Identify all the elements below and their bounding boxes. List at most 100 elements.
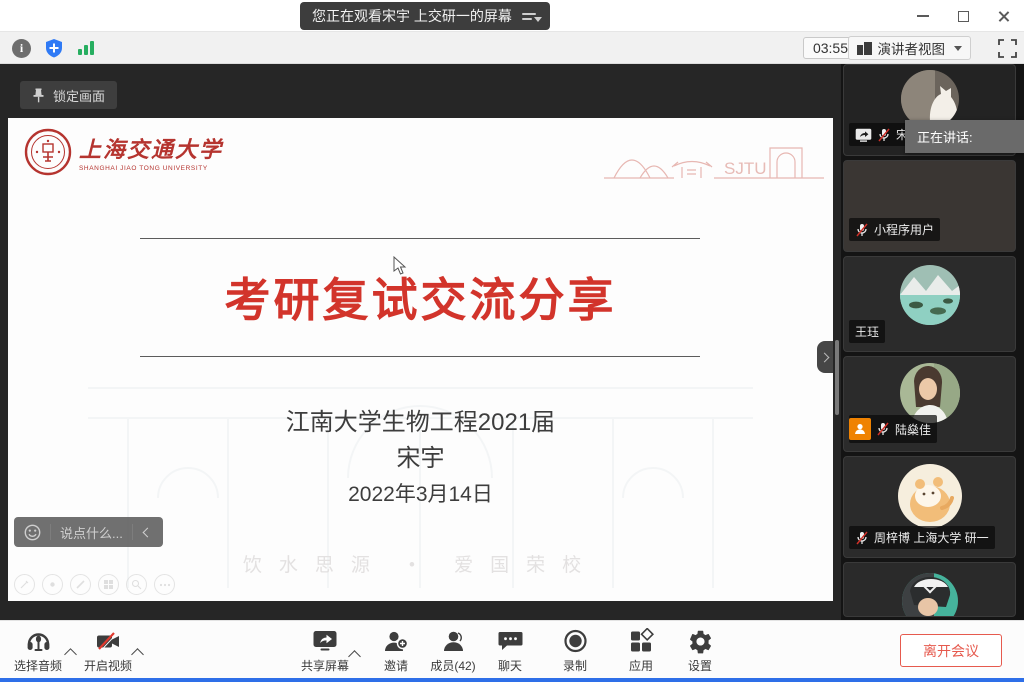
shared-screen-region: 锁定画面 上海交通大学 SHANGHAI JIAO TONG UNIVERSIT… — [0, 64, 841, 620]
camera-off-icon — [95, 628, 122, 655]
pen-tool-icon[interactable] — [14, 574, 35, 595]
invite-label: 邀请 — [384, 657, 408, 674]
participant-name: 王珏 — [855, 323, 879, 340]
audio-button[interactable]: 选择音频 — [6, 628, 70, 674]
record-icon — [562, 628, 589, 655]
avatar — [900, 363, 960, 423]
apps-label: 应用 — [629, 657, 653, 674]
participant-label: 小程序用户 — [849, 218, 940, 241]
member-badge-icon — [849, 418, 871, 440]
chevron-down-icon — [954, 46, 962, 51]
view-mode-label: 演讲者视图 — [878, 38, 946, 58]
share-screen-label: 共享屏幕 — [301, 657, 349, 674]
participant-name: 小程序用户 — [874, 221, 934, 238]
lock-view-label: 锁定画面 — [53, 86, 105, 105]
mouse-cursor — [393, 256, 407, 276]
shield-icon[interactable] — [44, 38, 64, 58]
participant-tile[interactable] — [843, 562, 1016, 617]
quick-chat-bar[interactable]: 说点什么... — [14, 517, 163, 547]
invite-button[interactable]: 邀请 — [364, 628, 428, 674]
slide-grid-icon[interactable] — [98, 574, 119, 595]
university-logo: 上海交通大学 SHANGHAI JIAO TONG UNIVERSITY — [24, 128, 223, 176]
members-button[interactable]: 成员(42) — [421, 628, 485, 674]
chat-label: 聊天 — [498, 657, 522, 674]
window-controls — [910, 0, 1016, 32]
lock-view-button[interactable]: 锁定画面 — [20, 81, 117, 109]
share-screen-icon — [311, 628, 339, 655]
mic-muted-icon — [876, 422, 890, 436]
apps-icon — [628, 628, 655, 655]
more-options-icon[interactable] — [154, 574, 175, 595]
speaking-tooltip: 正在讲话: — [905, 120, 1024, 153]
participants-sidebar: 宋 正在讲话: 小程序用户 — [841, 64, 1024, 620]
chat-icon — [497, 628, 524, 655]
minimize-button[interactable] — [910, 3, 936, 29]
invite-icon — [382, 628, 410, 655]
slide-title: 考研复试交流分享 — [8, 264, 833, 330]
titlebar: 您正在观看宋宇 上交研一的屏幕 — [0, 0, 1024, 32]
members-icon — [440, 628, 467, 655]
headset-icon — [25, 628, 52, 655]
video-button[interactable]: 开启视频 — [76, 628, 140, 674]
participant-tile[interactable]: 小程序用户 — [843, 160, 1016, 252]
smiley-icon[interactable] — [24, 524, 41, 541]
info-icon[interactable]: i — [12, 39, 31, 58]
taskbar-edge — [0, 678, 1024, 682]
settings-icon — [687, 628, 714, 655]
watching-banner[interactable]: 您正在观看宋宇 上交研一的屏幕 — [300, 2, 550, 30]
pin-icon — [32, 88, 45, 103]
apps-button[interactable]: 应用 — [609, 628, 673, 674]
participant-tile[interactable]: 周梓博 上海大学 研一 — [843, 456, 1016, 558]
chat-button[interactable]: 聊天 — [478, 628, 542, 674]
mic-muted-icon — [855, 223, 869, 237]
maximize-button[interactable] — [950, 3, 976, 29]
signal-icon[interactable] — [77, 39, 95, 57]
campus-sketch: SJTU — [602, 136, 827, 184]
svg-text:SJTU: SJTU — [724, 159, 767, 178]
participant-label: 周梓博 上海大学 研一 — [849, 526, 995, 549]
avatar — [900, 265, 960, 325]
screen-share-indicator-icon — [855, 128, 872, 142]
minimize-icon — [917, 15, 929, 17]
speaker-view-icon — [857, 42, 872, 55]
record-button[interactable]: 录制 — [543, 628, 607, 674]
participant-name: 陆燊佳 — [895, 421, 931, 438]
slide-divider-top — [140, 238, 700, 239]
menu-icon[interactable] — [522, 13, 538, 20]
university-seal-icon — [24, 128, 72, 176]
participant-tile[interactable]: 王珏 — [843, 256, 1016, 352]
scroll-participants-down-button[interactable] — [923, 577, 937, 591]
slide-subtitle-date: 2022年3月14日 — [8, 478, 833, 508]
chevron-left-icon[interactable] — [142, 527, 152, 537]
divider — [50, 524, 51, 540]
view-mode-button[interactable]: 演讲者视图 — [848, 36, 972, 60]
close-button[interactable] — [990, 3, 1016, 29]
settings-button[interactable]: 设置 — [668, 628, 732, 674]
audio-button-label: 选择音频 — [14, 657, 62, 674]
watching-banner-text: 您正在观看宋宇 上交研一的屏幕 — [312, 6, 512, 26]
collapse-panel-button[interactable] — [817, 341, 833, 373]
chat-input-placeholder[interactable]: 说点什么... — [60, 523, 123, 542]
slide-divider-bottom — [140, 356, 700, 357]
fullscreen-icon[interactable] — [998, 39, 1017, 58]
laser-pointer-icon[interactable] — [42, 574, 63, 595]
participant-label: 陆燊佳 — [849, 415, 937, 443]
highlighter-icon[interactable] — [70, 574, 91, 595]
participant-tile[interactable]: 陆燊佳 — [843, 356, 1016, 452]
leave-meeting-button[interactable]: 离开会议 — [900, 634, 1002, 667]
university-name-cn: 上海交通大学 — [79, 132, 223, 164]
slide-motto: 饮水思源 • 爱国荣校 — [8, 550, 833, 577]
members-label: 成员(42) — [430, 657, 475, 674]
maximize-icon — [958, 11, 969, 22]
sidebar-scrollbar[interactable] — [835, 340, 839, 415]
share-screen-button[interactable]: 共享屏幕 — [293, 628, 357, 674]
control-dock: 选择音频 开启视频 共享屏幕 — [0, 620, 1024, 678]
divider — [132, 524, 133, 540]
settings-label: 设置 — [688, 657, 712, 674]
university-name-en: SHANGHAI JIAO TONG UNIVERSITY — [79, 165, 223, 172]
slide-subtitle-name: 宋宇 — [8, 438, 833, 473]
chevron-right-icon — [819, 352, 829, 362]
zoom-tool-icon[interactable] — [126, 574, 147, 595]
mic-muted-icon — [877, 128, 891, 142]
participant-name: 周梓博 上海大学 研一 — [874, 529, 989, 546]
